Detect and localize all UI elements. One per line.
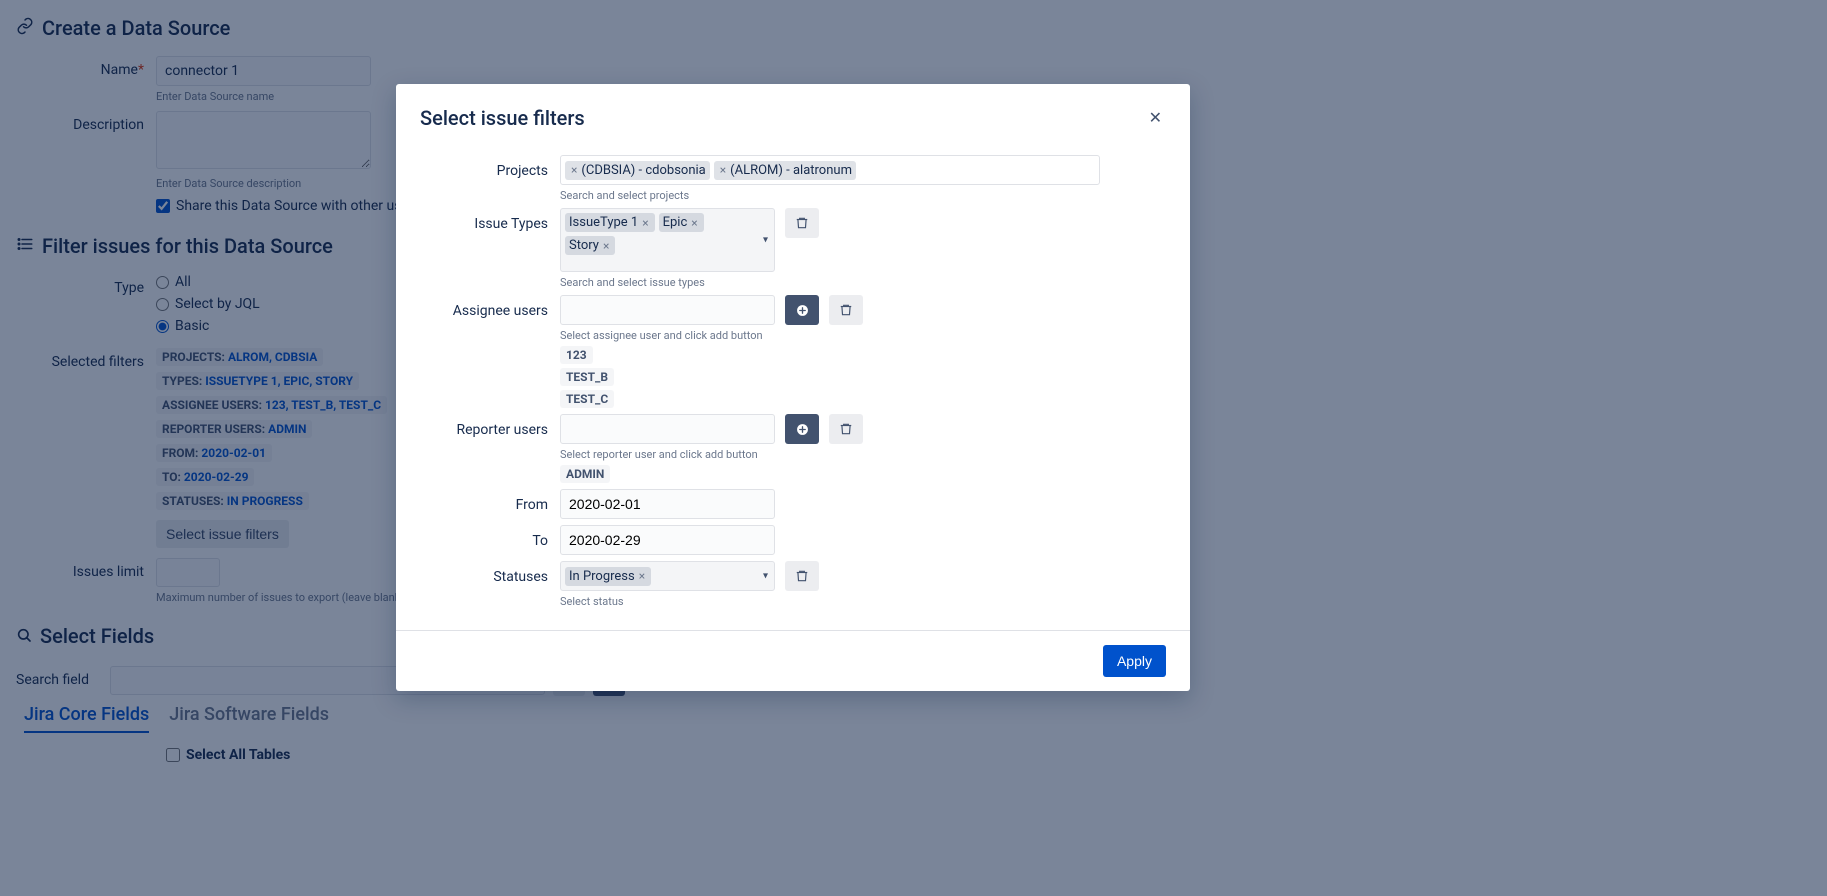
remove-chip-icon[interactable]: × xyxy=(637,569,647,583)
status-chip[interactable]: In Progress × xyxy=(565,567,651,586)
issue-types-select[interactable]: IssueType 1 × Epic × Story × ▾ xyxy=(560,208,775,272)
remove-chip-icon[interactable]: × xyxy=(569,163,579,177)
assignee-tag: TEST_C xyxy=(560,390,614,408)
project-chip[interactable]: × (CDBSIA) - cdobsonia xyxy=(565,161,710,180)
reporter-hint: Select reporter user and click add butto… xyxy=(560,448,1166,461)
assignee-input[interactable] xyxy=(560,295,775,325)
reporter-add-button[interactable] xyxy=(785,414,819,444)
apply-button[interactable]: Apply xyxy=(1103,645,1166,677)
remove-chip-icon[interactable]: × xyxy=(689,216,699,230)
statuses-select[interactable]: In Progress × ▾ xyxy=(560,561,775,591)
chevron-down-icon: ▾ xyxy=(763,571,768,582)
close-button[interactable]: ✕ xyxy=(1145,104,1166,131)
reporter-clear-button[interactable] xyxy=(829,414,863,444)
assignee-tag: 123 xyxy=(560,346,593,364)
chevron-down-icon: ▾ xyxy=(763,235,768,246)
issue-type-chip[interactable]: IssueType 1 × xyxy=(565,213,655,232)
statuses-label: Statuses xyxy=(420,561,560,585)
from-label: From xyxy=(420,489,560,513)
projects-hint: Search and select projects xyxy=(560,189,1166,202)
from-date-input[interactable] xyxy=(560,489,775,519)
assignee-clear-button[interactable] xyxy=(829,295,863,325)
assignee-hint: Select assignee user and click add butto… xyxy=(560,329,1166,342)
reporter-input[interactable] xyxy=(560,414,775,444)
projects-label: Projects xyxy=(420,155,560,179)
issue-type-chip[interactable]: Story × xyxy=(565,236,615,255)
projects-select[interactable]: × (CDBSIA) - cdobsonia × (ALROM) - alatr… xyxy=(560,155,1100,185)
remove-chip-icon[interactable]: × xyxy=(640,216,650,230)
select-issue-filters-modal: Select issue filters ✕ Projects × (CDBSI… xyxy=(396,84,1190,691)
issue-types-hint: Search and select issue types xyxy=(560,276,1166,289)
to-date-input[interactable] xyxy=(560,525,775,555)
issue-types-clear-button[interactable] xyxy=(785,208,819,238)
modal-title: Select issue filters xyxy=(420,106,585,130)
to-label: To xyxy=(420,525,560,549)
assignee-add-button[interactable] xyxy=(785,295,819,325)
statuses-hint: Select status xyxy=(560,595,1166,608)
remove-chip-icon[interactable]: × xyxy=(601,239,611,253)
assignee-label: Assignee users xyxy=(420,295,560,319)
remove-chip-icon[interactable]: × xyxy=(718,163,728,177)
statuses-clear-button[interactable] xyxy=(785,561,819,591)
assignee-tag: TEST_B xyxy=(560,368,614,386)
issue-types-label: Issue Types xyxy=(420,208,560,232)
project-chip[interactable]: × (ALROM) - alatronum xyxy=(714,161,856,180)
issue-type-chip[interactable]: Epic × xyxy=(659,213,704,232)
reporter-label: Reporter users xyxy=(420,414,560,438)
reporter-tag: ADMIN xyxy=(560,465,610,483)
